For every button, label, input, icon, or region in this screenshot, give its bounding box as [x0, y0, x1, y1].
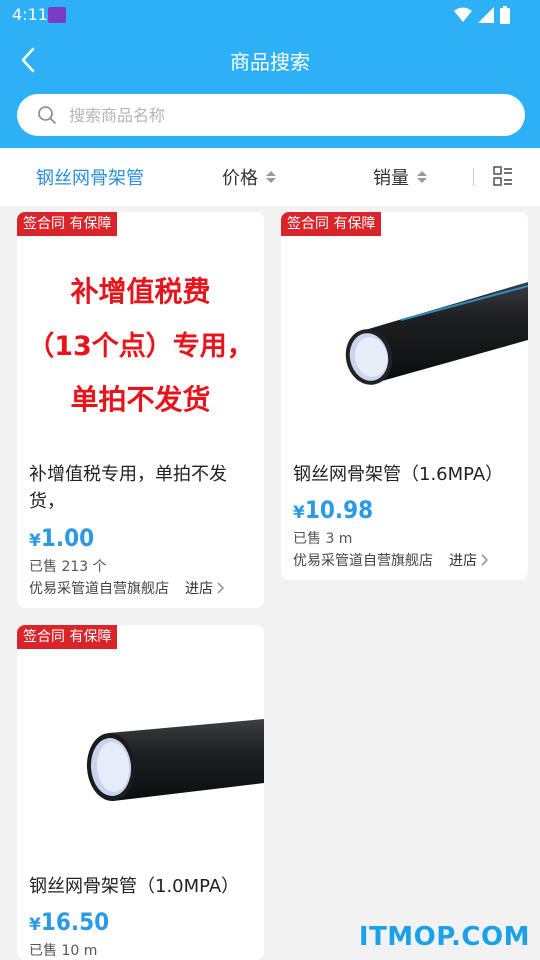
price-value: 16.50	[40, 908, 110, 936]
search-input[interactable]	[69, 94, 489, 136]
product-image: 签合同 有保障	[17, 625, 264, 861]
filter-price-label: 价格	[222, 168, 258, 189]
product-image: 签合同 有保障 补增值税费 （13个点）专用， 单拍不发货	[17, 212, 264, 448]
wifi-icon	[454, 7, 472, 22]
search-icon	[38, 106, 56, 124]
status-icons	[454, 6, 510, 24]
shop-name: 优易采管道自营旗舰店	[293, 553, 433, 569]
price-currency: ¥	[29, 531, 41, 551]
title-bar: 商品搜索	[0, 36, 540, 84]
status-time: 4:11	[12, 5, 48, 24]
filter-bar: 钢丝网骨架管 价格 销量	[0, 148, 540, 206]
product-card[interactable]: 签合同 有保障 钢丝网骨架管（1.0MPA） ¥16.50 已售 10 m	[17, 625, 264, 960]
guarantee-badge: 签合同 有保障	[17, 212, 118, 236]
chevron-right-icon	[217, 582, 224, 594]
sold-count: 已售 10 m	[29, 943, 98, 959]
product-image: 签合同 有保障	[281, 212, 528, 448]
filter-keyword-label: 钢丝网骨架管	[36, 168, 144, 189]
watermark-text: ITMOP.COM	[358, 922, 530, 952]
filter-sales-sort[interactable]: 销量	[373, 148, 427, 206]
price-currency: ¥	[293, 503, 305, 523]
search-box[interactable]	[17, 94, 525, 136]
sort-arrows-icon	[417, 171, 427, 183]
product-card[interactable]: 签合同 有保障 钢丝网骨架管（1.6MPA） ¥10.98 已售 3 m 优易采…	[281, 212, 528, 580]
page-title: 商品搜索	[230, 50, 310, 74]
list-layout-icon[interactable]	[493, 166, 513, 186]
sold-count: 已售 3 m	[293, 531, 353, 547]
filter-divider	[473, 168, 474, 186]
product-title: 钢丝网骨架管（1.6MPA）	[293, 464, 504, 485]
promo-text-line: （13个点）专用，	[27, 331, 254, 362]
price-value: 10.98	[304, 496, 374, 524]
enter-shop-link[interactable]: 进店	[449, 550, 488, 570]
filter-sales-label: 销量	[373, 168, 409, 189]
enter-shop-link[interactable]: 进店	[185, 578, 224, 598]
sold-count: 已售 213 个	[29, 559, 107, 575]
pipe-image	[86, 719, 264, 801]
filter-keyword-tab[interactable]: 钢丝网骨架管	[36, 148, 144, 206]
promo-text-line: 单拍不发货	[70, 383, 211, 416]
shop-name: 优易采管道自营旗舰店	[29, 581, 169, 597]
price-value: 1.00	[40, 524, 95, 552]
product-price: ¥10.98	[293, 496, 373, 524]
enter-shop-label: 进店	[185, 581, 213, 597]
guarantee-badge: 签合同 有保障	[281, 212, 382, 236]
product-card[interactable]: 签合同 有保障 补增值税费 （13个点）专用， 单拍不发货 补增值税专用，单拍不…	[17, 212, 264, 608]
product-price: ¥16.50	[29, 908, 109, 936]
guarantee-badge: 签合同 有保障	[17, 625, 118, 649]
product-price: ¥1.00	[29, 524, 94, 552]
status-bar: 4:11	[0, 0, 540, 30]
filter-price-sort[interactable]: 价格	[222, 148, 276, 206]
battery-icon	[500, 6, 510, 24]
price-currency: ¥	[29, 915, 41, 935]
notification-app-icon	[48, 7, 66, 23]
app-header: 4:11 商品搜索	[0, 0, 540, 148]
sort-arrows-icon	[266, 171, 276, 183]
enter-shop-label: 进店	[449, 553, 477, 569]
pipe-image	[345, 282, 528, 385]
product-title: 钢丝网骨架管（1.0MPA）	[29, 876, 240, 897]
promo-text-line: 补增值税费	[70, 275, 211, 308]
signal-icon	[478, 7, 494, 23]
chevron-right-icon	[481, 554, 488, 566]
product-title: 补增值税专用，单拍不发货，	[29, 464, 227, 512]
